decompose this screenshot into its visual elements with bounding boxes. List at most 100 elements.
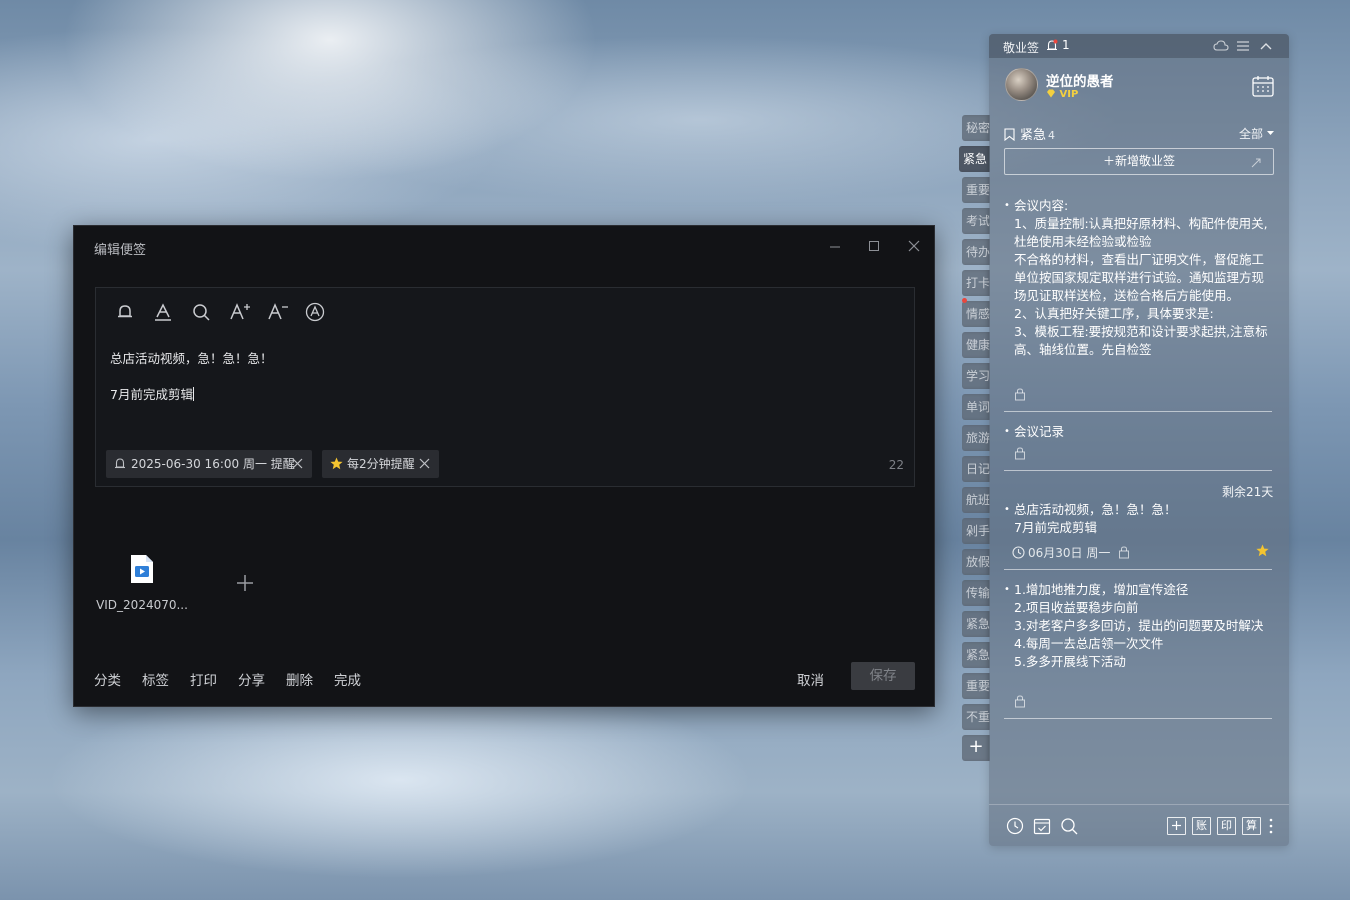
due-date-label: 06月30日 周一 <box>1028 546 1111 560</box>
note-divider <box>1004 569 1272 570</box>
bell-icon <box>118 305 132 318</box>
note-divider <box>1004 470 1272 471</box>
side-tab-important-2[interactable]: 重要 <box>962 673 990 699</box>
edit-note-window: 编辑便签 总店活动视频，急！急！急！ 7月前完成剪辑 2025-06-30 16… <box>73 225 935 707</box>
side-tab-shopping[interactable]: 剁手 <box>962 518 990 544</box>
increase-font-button[interactable] <box>227 300 251 324</box>
avatar[interactable] <box>1005 68 1038 101</box>
collapse-icon[interactable] <box>1259 39 1275 53</box>
cancel-button[interactable]: 取消 <box>797 669 824 689</box>
search-button[interactable] <box>189 300 213 324</box>
side-tab-transfer[interactable]: 传输 <box>962 580 990 606</box>
side-tab-not-important[interactable]: 不重 <box>962 704 990 730</box>
reminder-chip[interactable]: 2025-06-30 16:00 周一 提醒 <box>106 450 312 478</box>
search-icon[interactable] <box>1060 817 1078 835</box>
side-tab-important[interactable]: 重要 <box>962 177 990 203</box>
remove-reminder-icon[interactable] <box>292 458 303 469</box>
print-button[interactable]: 打印 <box>190 669 217 689</box>
side-tab-holiday[interactable]: 放假 <box>962 549 990 575</box>
side-tab-exam[interactable]: 考试 <box>962 208 990 234</box>
maximize-button[interactable] <box>860 234 888 258</box>
bullet-dot: • <box>1004 200 1010 211</box>
add-attachment-button[interactable] <box>234 572 256 594</box>
side-tab-emotion[interactable]: 情感 <box>962 301 990 327</box>
save-button[interactable]: 保存 <box>851 662 915 690</box>
lock-icon[interactable] <box>1014 695 1026 708</box>
note-item-store-video[interactable]: • 总店活动视频，急！急！急！ 7月前完成剪辑 <box>1004 501 1272 537</box>
side-tab-secret[interactable]: 秘密 <box>962 115 990 141</box>
calculator-button[interactable]: 算 <box>1242 817 1261 835</box>
note-item-meeting-record[interactable]: • 会议记录 <box>1004 423 1272 441</box>
lock-icon <box>1119 546 1130 559</box>
side-tab-urgent-3[interactable]: 紧急 <box>962 642 990 668</box>
repeat-chip-label: 每2分钟提醒 <box>347 457 415 471</box>
repeat-reminder-chip[interactable]: 每2分钟提醒 <box>322 450 439 478</box>
panel-titlebar: 敬业签 1 <box>989 34 1289 58</box>
side-tab-health[interactable]: 健康 <box>962 332 990 358</box>
note-line-1: 总店活动视频，急！急！急！ <box>110 351 273 366</box>
vip-badge: VIP <box>1046 89 1078 100</box>
plus-icon <box>237 575 253 591</box>
menu-icon[interactable] <box>1236 39 1252 53</box>
remove-repeat-icon[interactable] <box>419 458 430 469</box>
side-tab-diary[interactable]: 日记 <box>962 456 990 482</box>
star-icon[interactable] <box>1256 544 1269 557</box>
note-text-content[interactable]: 总店活动视频，急！急！急！ 7月前完成剪辑 <box>110 332 273 404</box>
cloud-sync-icon[interactable] <box>1213 39 1229 53</box>
bullet-dot: • <box>1004 504 1010 515</box>
decrease-font-button[interactable] <box>265 300 289 324</box>
add-note-button[interactable]: ＋新增敬业签 <box>1004 148 1274 175</box>
lock-icon[interactable] <box>1014 447 1026 460</box>
text-cursor <box>192 387 194 401</box>
add-category-tab[interactable]: + <box>962 735 990 761</box>
font-decrease-icon <box>268 303 288 320</box>
bookmark-icon <box>1004 128 1015 142</box>
font-increase-icon <box>230 303 250 320</box>
side-tab-flight[interactable]: 航班 <box>962 487 990 513</box>
plus-icon <box>1172 821 1181 830</box>
video-attachment[interactable]: VID_2024070... <box>96 554 188 614</box>
side-tab-study[interactable]: 学习 <box>962 363 990 389</box>
print-tool-button[interactable]: 印 <box>1217 817 1236 835</box>
lock-icon[interactable] <box>1014 388 1026 401</box>
close-icon <box>908 240 920 252</box>
format-circle-icon <box>305 302 325 322</box>
caret-down-icon <box>1266 131 1274 135</box>
delete-button[interactable]: 删除 <box>286 669 313 689</box>
format-button[interactable] <box>303 300 327 324</box>
side-tab-words[interactable]: 单词 <box>962 394 990 420</box>
account-book-button[interactable]: 账 <box>1192 817 1211 835</box>
add-item-button[interactable] <box>1167 817 1186 835</box>
note-compose-area[interactable]: 总店活动视频，急！急！急！ 7月前完成剪辑 2025-06-30 16:00 周… <box>95 287 915 487</box>
side-tab-checkin[interactable]: 打卡 <box>962 270 990 296</box>
note-item-meeting-content[interactable]: • 会议内容: 1、质量控制:认真把好原材料、构配件使用关,杜绝使用未经检验或检… <box>1004 197 1272 381</box>
category-button[interactable]: 分类 <box>94 669 121 689</box>
calendar-icon[interactable] <box>1251 74 1275 98</box>
side-tab-todo[interactable]: 待办 <box>962 239 990 265</box>
text-color-button[interactable] <box>151 300 175 324</box>
note-item-plan[interactable]: • 1.增加地推力度，增加宣传途径 2.项目收益要稳步向前 3.对老客户多多回访… <box>1004 581 1272 671</box>
note-text: 1.增加地推力度，增加宣传途径 2.项目收益要稳步向前 3.对老客户多多回访，提… <box>1014 582 1264 669</box>
more-vertical-icon[interactable] <box>1268 817 1274 835</box>
checklist-calendar-icon[interactable] <box>1033 817 1051 835</box>
minimize-button[interactable] <box>821 234 849 258</box>
history-clock-icon[interactable] <box>1006 817 1024 835</box>
username[interactable]: 逆位的愚者 <box>1046 70 1114 90</box>
diamond-icon <box>1047 89 1055 98</box>
reminder-bell-button[interactable] <box>113 300 137 324</box>
close-button[interactable] <box>900 234 928 258</box>
note-divider <box>1004 411 1272 412</box>
note-text: 会议内容: 1、质量控制:认真把好原材料、构配件使用关,杜绝使用未经检验或检验 … <box>1014 198 1268 357</box>
filter-dropdown[interactable]: 全部 <box>1239 125 1274 142</box>
notification-bell-icon[interactable] <box>1046 39 1058 52</box>
tag-button[interactable]: 标签 <box>142 669 169 689</box>
done-button[interactable]: 完成 <box>334 669 361 689</box>
due-date: 06月30日 周一 <box>1012 544 1130 561</box>
side-tab-urgent[interactable]: 紧急 <box>959 146 990 172</box>
bullet-dot: • <box>1004 584 1010 595</box>
side-tab-urgent-2[interactable]: 紧急 <box>962 611 990 637</box>
expand-corner-icon[interactable] <box>1249 156 1261 168</box>
side-tab-travel[interactable]: 旅游 <box>962 425 990 451</box>
share-button[interactable]: 分享 <box>238 669 265 689</box>
clock-icon <box>1012 546 1025 559</box>
